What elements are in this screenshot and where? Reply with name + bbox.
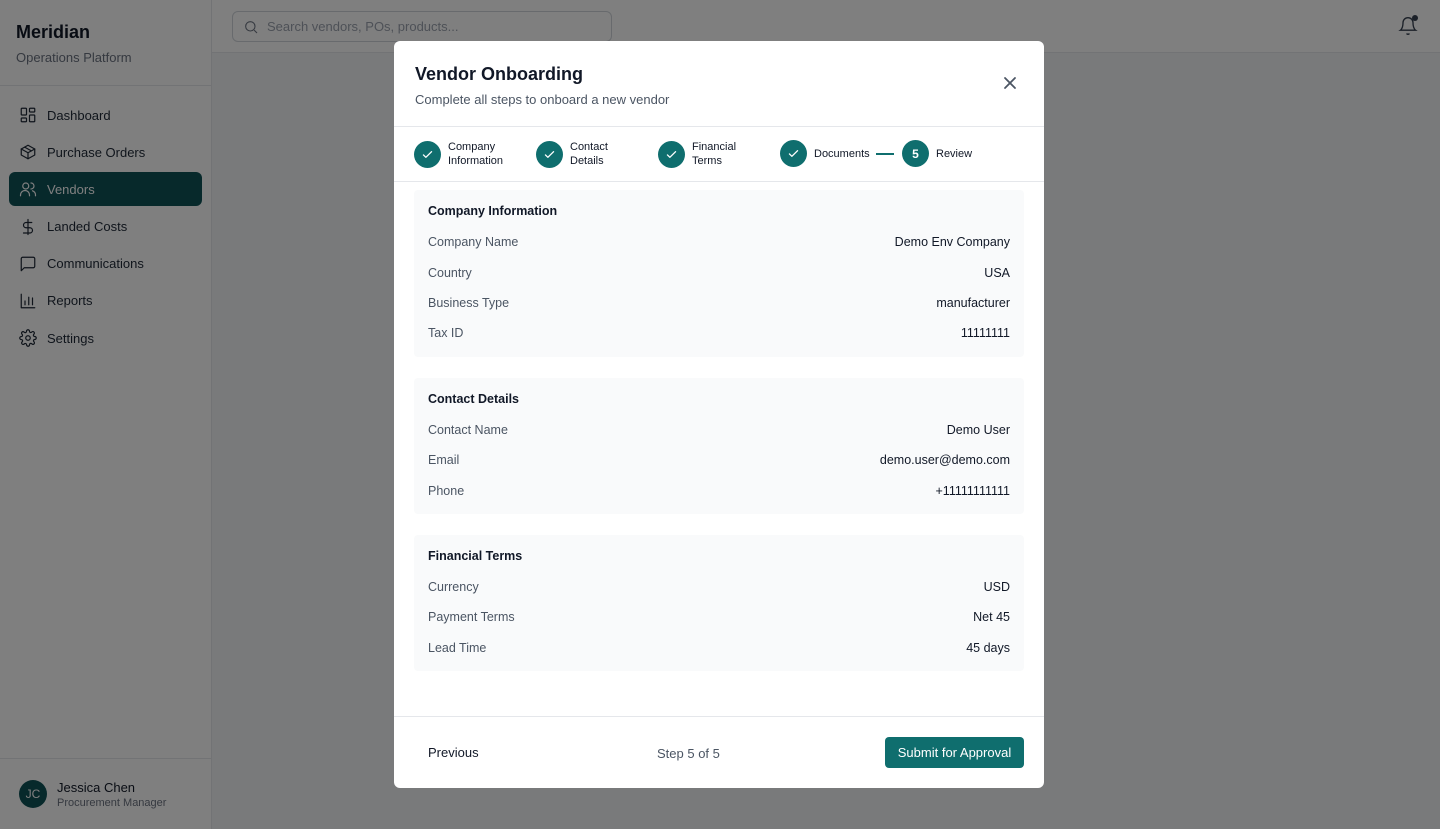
modal-title: Vendor Onboarding (415, 64, 584, 84)
step-label: Company Information (448, 140, 503, 168)
step-label-line: Company (448, 141, 496, 153)
row-value: USA (984, 265, 1010, 280)
step-counter: Step 5 of 5 (657, 746, 720, 761)
step-number: 5 (902, 140, 929, 167)
step-label: Documents (814, 147, 870, 160)
submit-for-approval-button[interactable]: Submit for Approval (885, 737, 1024, 768)
check-icon (422, 150, 433, 158)
step-complete-indicator (780, 140, 807, 167)
step-financial-terms[interactable]: Financial Terms (658, 140, 736, 168)
check-icon (666, 150, 677, 158)
row-value: 45 days (966, 640, 1010, 655)
row-label: Currency (428, 579, 479, 594)
step-contact-details[interactable]: Contact Details (536, 140, 608, 168)
step-documents[interactable]: Documents (780, 140, 870, 167)
step-complete-indicator (414, 140, 441, 168)
review-row: Company Name Demo Env Company (428, 227, 1010, 257)
section-title: Company Information (428, 204, 558, 218)
close-button[interactable] (1002, 75, 1018, 91)
close-icon (1004, 77, 1016, 89)
row-label: Contact Name (428, 422, 508, 437)
row-label: Lead Time (428, 640, 487, 655)
row-value: 11111111 (960, 326, 1010, 341)
company-information-section: Company Information Company Name Demo En… (414, 190, 1024, 357)
row-label: Phone (428, 483, 465, 498)
row-label: Payment Terms (428, 610, 515, 625)
review-row: Email demo.user@demo.com (428, 445, 1010, 475)
row-value: demo.user@demo.com (879, 453, 1010, 468)
review-content: Company Information Company Name Demo En… (394, 182, 1044, 671)
vendor-onboarding-modal: Vendor Onboarding Complete all steps to … (394, 41, 1044, 788)
step-company-information[interactable]: Company Information (414, 140, 503, 168)
row-value: Demo Env Company (894, 235, 1010, 250)
step-label: Review (936, 147, 973, 160)
step-label-line: Financial (692, 141, 737, 153)
stepper: Company Information Contact Details Fina… (394, 127, 1044, 182)
row-label: Email (428, 453, 460, 468)
financial-terms-section: Financial Terms Currency USD Payment Ter… (414, 534, 1024, 671)
row-label: Company Name (428, 235, 519, 250)
review-row: Phone +11111111111 (428, 475, 1010, 505)
modal-header: Vendor Onboarding Complete all steps to … (394, 41, 1044, 127)
row-value: Demo User (946, 422, 1010, 437)
modal-footer: Previous Step 5 of 5 Submit for Approval (394, 716, 1044, 788)
section-title: Contact Details (428, 391, 519, 406)
modal-subtitle: Complete all steps to onboard a new vend… (415, 92, 670, 107)
review-row: Lead Time 45 days (428, 633, 1010, 663)
row-value: +11111111111 (935, 483, 1011, 498)
step-label-line: Terms (692, 155, 722, 167)
step-connector (876, 153, 894, 155)
step-review[interactable]: 5 Review (902, 140, 972, 167)
row-label: Business Type (428, 295, 510, 310)
step-label-line: Information (448, 155, 504, 167)
step-label-line: Contact (570, 141, 608, 153)
row-value: USD (983, 579, 1010, 594)
row-value: Net 45 (973, 610, 1010, 625)
review-row: Contact Name Demo User (428, 415, 1010, 445)
row-label: Country (428, 265, 472, 280)
review-row: Payment Terms Net 45 (428, 602, 1010, 632)
step-complete-indicator (536, 140, 563, 168)
step-label-line: Details (570, 155, 604, 167)
step-label: Contact Details (570, 140, 608, 168)
step-label: Financial Terms (692, 140, 736, 168)
row-label: Tax ID (428, 326, 464, 341)
review-row: Business Type manufacturer (428, 288, 1010, 318)
previous-button[interactable]: Previous (428, 745, 479, 760)
section-title: Financial Terms (428, 548, 523, 563)
step-complete-indicator (658, 140, 685, 168)
row-value: manufacturer (936, 295, 1010, 310)
check-icon (788, 150, 799, 157)
review-row: Country USA (428, 257, 1010, 287)
contact-details-section: Contact Details Contact Name Demo User E… (414, 377, 1024, 514)
check-icon (544, 150, 555, 158)
review-row: Tax ID 11111111 (428, 318, 1010, 348)
review-row: Currency USD (428, 572, 1010, 602)
